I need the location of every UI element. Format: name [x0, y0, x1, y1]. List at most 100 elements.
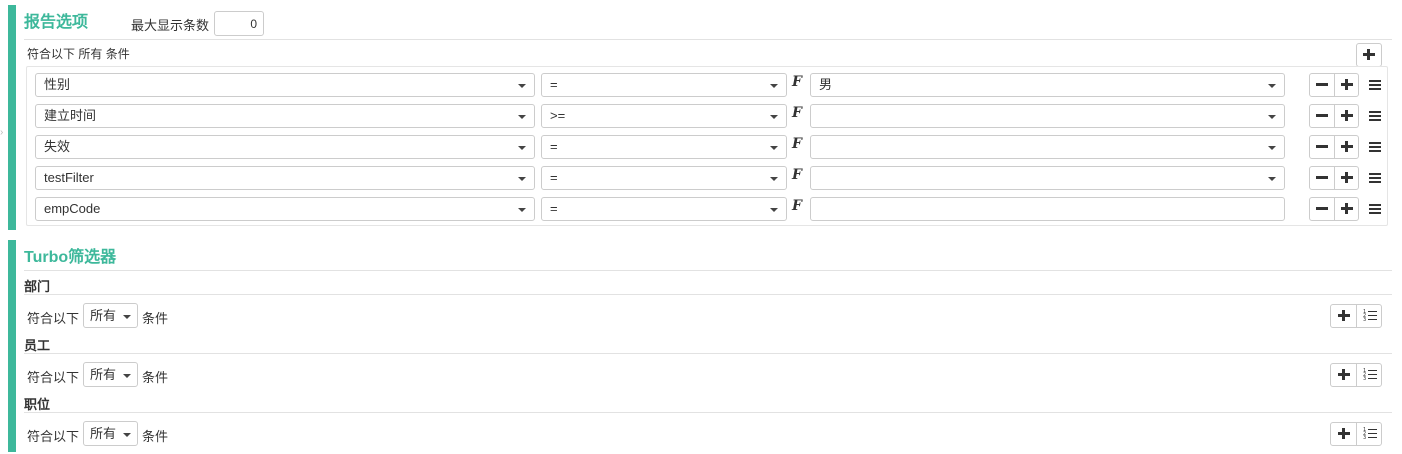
- max-rows-input[interactable]: [214, 11, 264, 36]
- list-ordered-icon: 123: [1363, 310, 1377, 323]
- turbo-filter-title: Turbo筛选器: [24, 249, 117, 266]
- field-select[interactable]: 性别: [35, 73, 535, 97]
- field-select[interactable]: empCode: [35, 197, 535, 221]
- section-accent-bar: [8, 5, 16, 230]
- drag-handle-icon[interactable]: [1369, 203, 1381, 215]
- turbo-group-title: 部门: [24, 279, 51, 294]
- drag-handle-icon[interactable]: [1369, 110, 1381, 122]
- row-button-group: [1309, 197, 1359, 221]
- operator-select-value: =: [550, 77, 558, 92]
- condition-suffix: 条件: [105, 47, 130, 61]
- condition-mode-value: 所有: [90, 308, 117, 323]
- caret-down-icon: [123, 315, 131, 319]
- ordered-list-button[interactable]: 123: [1357, 423, 1382, 445]
- operator-select[interactable]: >=: [541, 104, 787, 128]
- value-select-value: 男: [819, 77, 833, 92]
- caret-down-icon: [770, 115, 778, 119]
- minus-icon: [1316, 83, 1328, 86]
- condition-mode-value: 所有: [90, 426, 117, 441]
- filter-row: empCode = F: [27, 197, 1387, 221]
- condition-mode-dropdown[interactable]: 所有: [83, 421, 138, 446]
- plus-icon-vertical: [1342, 369, 1345, 380]
- remove-filter-button[interactable]: [1310, 167, 1334, 189]
- divider: [24, 412, 1392, 413]
- caret-down-icon: [518, 146, 526, 150]
- remove-filter-button[interactable]: [1310, 198, 1334, 220]
- operator-select-value: =: [550, 170, 558, 185]
- remove-filter-button[interactable]: [1310, 74, 1334, 96]
- caret-down-icon: [770, 146, 778, 150]
- caret-down-icon: [518, 115, 526, 119]
- divider: [24, 39, 1392, 40]
- drag-handle-icon[interactable]: [1369, 79, 1381, 91]
- operator-select[interactable]: =: [541, 166, 787, 190]
- turbo-group-title: 职位: [24, 397, 51, 412]
- minus-icon: [1316, 114, 1328, 117]
- operator-select-value: =: [550, 139, 558, 154]
- condition-suffix: 条件: [142, 429, 169, 444]
- ordered-list-button[interactable]: 123: [1357, 305, 1382, 327]
- function-icon[interactable]: F: [792, 167, 802, 183]
- plus-icon-vertical: [1342, 428, 1345, 439]
- remove-filter-button[interactable]: [1310, 105, 1334, 127]
- field-select[interactable]: testFilter: [35, 166, 535, 190]
- add-filter-row-button[interactable]: [1335, 167, 1359, 189]
- add-condition-button[interactable]: [1331, 364, 1356, 386]
- operator-select-value: >=: [550, 108, 566, 123]
- value-select[interactable]: [810, 166, 1285, 190]
- filter-row: 建立时间 >= F: [27, 104, 1387, 128]
- function-icon[interactable]: F: [792, 105, 802, 121]
- operator-select[interactable]: =: [541, 73, 787, 97]
- remove-filter-button[interactable]: [1310, 136, 1334, 158]
- field-select[interactable]: 失效: [35, 135, 535, 159]
- function-icon[interactable]: F: [792, 136, 802, 152]
- ordered-list-button[interactable]: 123: [1357, 364, 1382, 386]
- condition-suffix: 条件: [142, 370, 169, 385]
- value-input[interactable]: [810, 197, 1285, 221]
- function-icon[interactable]: F: [792, 74, 802, 90]
- turbo-button-group: 123: [1330, 363, 1382, 387]
- turbo-button-group: 123: [1330, 422, 1382, 446]
- drag-handle-icon[interactable]: [1369, 172, 1381, 184]
- add-filter-row-button[interactable]: [1335, 74, 1359, 96]
- minus-icon: [1316, 207, 1328, 210]
- condition-mode-value: 所有: [90, 367, 117, 382]
- turbo-group-title: 员工: [24, 338, 51, 353]
- condition-label: 符合以下 所有 条件: [27, 45, 130, 62]
- field-select-value: testFilter: [44, 170, 94, 185]
- condition-prefix: 符合以下: [27, 429, 80, 444]
- add-filter-row-button[interactable]: [1335, 136, 1359, 158]
- operator-select[interactable]: =: [541, 197, 787, 221]
- add-filter-row-button[interactable]: [1335, 105, 1359, 127]
- operator-select-value: =: [550, 201, 558, 216]
- filter-row: 性别 = F 男: [27, 73, 1387, 97]
- caret-down-icon: [770, 208, 778, 212]
- filter-row: testFilter = F: [27, 166, 1387, 190]
- plus-icon-vertical: [1345, 172, 1348, 183]
- caret-down-icon: [518, 208, 526, 212]
- add-filter-button[interactable]: [1356, 43, 1382, 67]
- add-filter-row-button[interactable]: [1335, 198, 1359, 220]
- value-select[interactable]: [810, 135, 1285, 159]
- operator-select[interactable]: =: [541, 135, 787, 159]
- report-options-title: 报告选项: [24, 14, 89, 31]
- value-select[interactable]: [810, 104, 1285, 128]
- add-condition-button[interactable]: [1331, 423, 1356, 445]
- filter-rows-container: 性别 = F 男 建立时间 >= F 失效 = F testFilter = F…: [26, 66, 1388, 226]
- function-icon[interactable]: F: [792, 198, 802, 214]
- divider: [24, 353, 1392, 354]
- collapse-arrow-icon[interactable]: ›: [0, 127, 3, 138]
- add-condition-button[interactable]: [1331, 305, 1356, 327]
- field-select[interactable]: 建立时间: [35, 104, 535, 128]
- caret-down-icon: [1268, 177, 1276, 181]
- condition-mode-dropdown[interactable]: 所有: [83, 362, 138, 387]
- drag-handle-icon[interactable]: [1369, 141, 1381, 153]
- field-select-value: 建立时间: [44, 108, 97, 123]
- field-select-value: 性别: [44, 77, 71, 92]
- list-ordered-icon: 123: [1363, 369, 1377, 382]
- caret-down-icon: [123, 433, 131, 437]
- field-select-value: 失效: [44, 139, 71, 154]
- condition-mode-dropdown[interactable]: 所有: [83, 303, 138, 328]
- list-ordered-icon: 123: [1363, 428, 1377, 441]
- value-select[interactable]: 男: [810, 73, 1285, 97]
